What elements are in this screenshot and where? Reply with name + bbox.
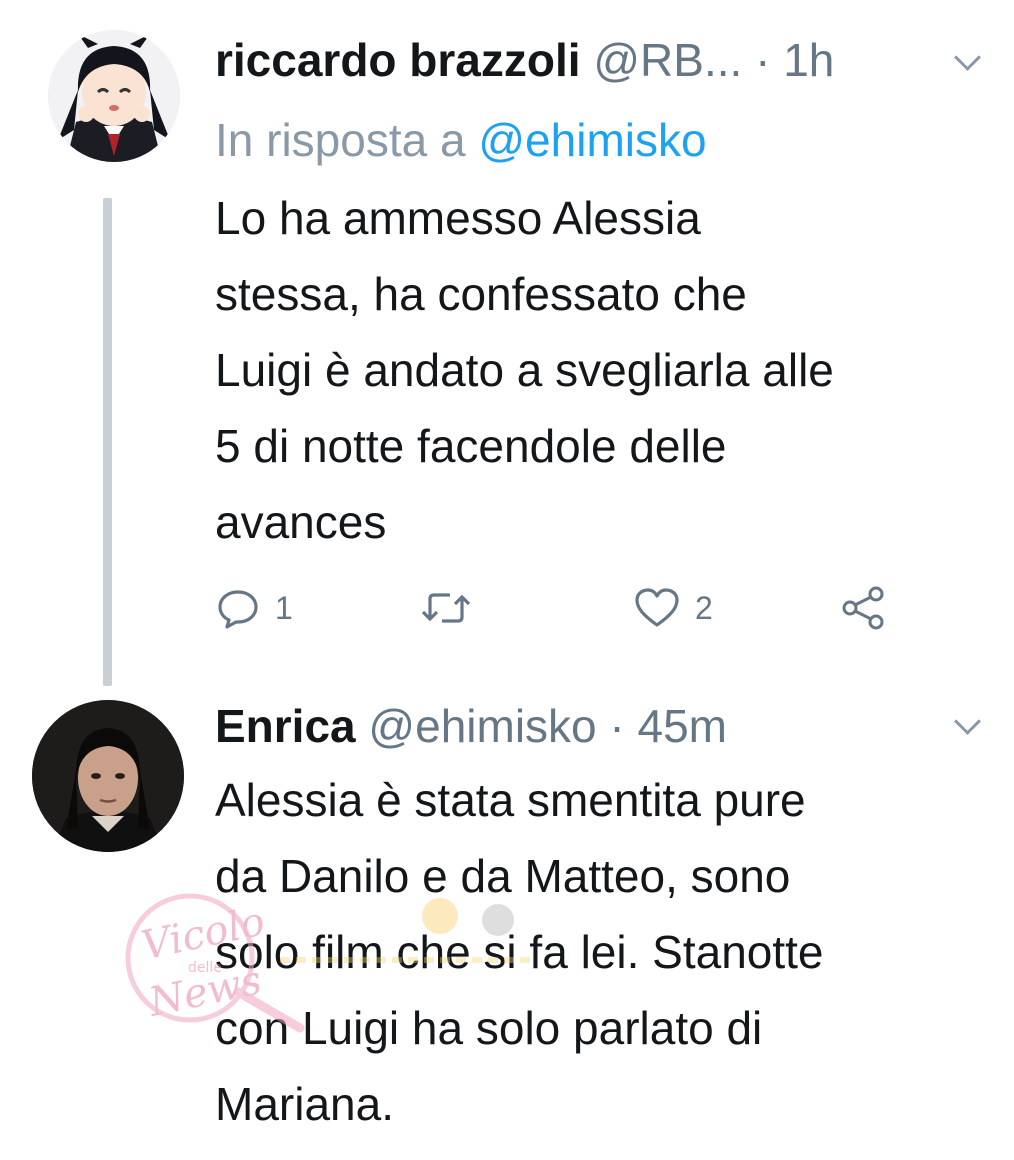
tweet-text-line: avances — [215, 496, 387, 548]
reply-count: 1 — [275, 589, 293, 626]
tweet-text-line: solo film che si fa lei. Stanotte — [215, 926, 824, 978]
reply-button[interactable]: 1 — [215, 580, 293, 636]
share-button[interactable] — [840, 580, 886, 636]
reply-context: In risposta a @ehimisko — [215, 112, 707, 168]
like-button[interactable]: 2 — [633, 580, 713, 636]
tweet-actions: 1 2 — [215, 580, 915, 636]
user-handle[interactable]: @RB... — [593, 34, 742, 86]
retweet-icon — [420, 585, 472, 631]
tweet-header: Enrica @ehimisko · 45m — [215, 698, 727, 754]
retweet-button[interactable] — [420, 580, 472, 636]
tweet-text-line: Alessia è stata smentita pure — [215, 774, 806, 826]
tweet-text: Alessia è stata smentita pure da Danilo … — [215, 762, 995, 1142]
heart-icon — [633, 585, 681, 631]
separator-dot: · — [609, 700, 625, 752]
tweet-text-line: 5 di notte facendole delle — [215, 420, 727, 472]
chevron-down-icon[interactable] — [954, 44, 981, 71]
tweet-text-line: da Danilo e da Matteo, sono — [215, 850, 791, 902]
tweet-text-line: Lo ha ammesso Alessia — [215, 192, 701, 244]
timestamp[interactable]: 45m — [638, 700, 727, 752]
tweet-text-line: stessa, ha confessato che — [215, 268, 747, 320]
chevron-down-icon[interactable] — [954, 708, 981, 735]
tweet-text-line: con Luigi ha solo parlato di — [215, 1002, 763, 1054]
tweet-text: Lo ha ammesso Alessia stessa, ha confess… — [215, 180, 995, 560]
tweet-text-line: Mariana. — [215, 1078, 394, 1130]
reply-mention-link[interactable]: @ehimisko — [478, 114, 706, 166]
reply-prefix: In risposta a — [215, 114, 466, 166]
avatar[interactable] — [32, 700, 184, 852]
display-name[interactable]: riccardo brazzoli — [215, 34, 581, 86]
separator-dot: · — [755, 34, 771, 86]
share-icon — [840, 585, 886, 631]
avatar[interactable] — [48, 30, 180, 162]
user-handle[interactable]: @ehimisko — [368, 700, 596, 752]
reply-icon — [215, 585, 261, 631]
tweet[interactable]: riccardo brazzoli @RB... · 1h In rispost… — [0, 0, 1014, 690]
thread-connector-line — [103, 198, 112, 686]
tweet-header: riccardo brazzoli @RB... · 1h — [215, 32, 834, 88]
display-name[interactable]: Enrica — [215, 700, 356, 752]
timestamp[interactable]: 1h — [783, 34, 834, 86]
like-count: 2 — [695, 589, 713, 626]
tweet-text-line: Luigi è andato a svegliarla alle — [215, 344, 834, 396]
avatar-anime-girl-image — [48, 30, 180, 162]
avatar-girl-photo-image — [32, 700, 184, 852]
tweet[interactable]: Enrica @ehimisko · 45m Alessia è stata s… — [0, 690, 1014, 1160]
